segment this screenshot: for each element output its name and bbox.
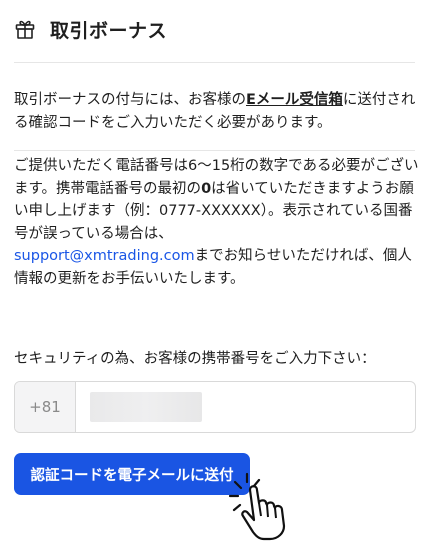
support-email-link[interactable]: support@xmtrading.com	[14, 248, 195, 264]
intro-paragraph: 取引ボーナスの付与には、お客様のEメール受信箱に送付される確認コードをご入力いた…	[14, 89, 419, 134]
section-divider	[14, 150, 415, 151]
send-code-button[interactable]: 認証コードを電子メールに送付	[14, 453, 250, 495]
email-inbox-link[interactable]: Eメール受信箱	[246, 92, 343, 108]
instructions-bold-zero: 0	[201, 180, 212, 197]
phone-instructions-paragraph: ご提供いただく電話番号は6〜15桁の数字である必要がございます。携帯電話番号の最…	[14, 155, 419, 290]
pointer-hand-icon	[226, 470, 316, 542]
page-title: 取引ボーナス	[50, 19, 168, 42]
phone-number-field: +81	[14, 381, 416, 433]
blurred-phone-number	[90, 392, 202, 422]
intro-text-before: 取引ボーナスの付与には、お客様の	[14, 92, 246, 108]
header-divider	[14, 62, 415, 63]
gift-icon	[14, 18, 36, 40]
country-code-prefix[interactable]: +81	[15, 382, 76, 432]
page-header: 取引ボーナス	[14, 14, 167, 44]
phone-number-input[interactable]	[76, 382, 415, 432]
phone-field-label: セキュリティの為、お客様の携帯番号をご入力下さい：	[14, 351, 376, 367]
